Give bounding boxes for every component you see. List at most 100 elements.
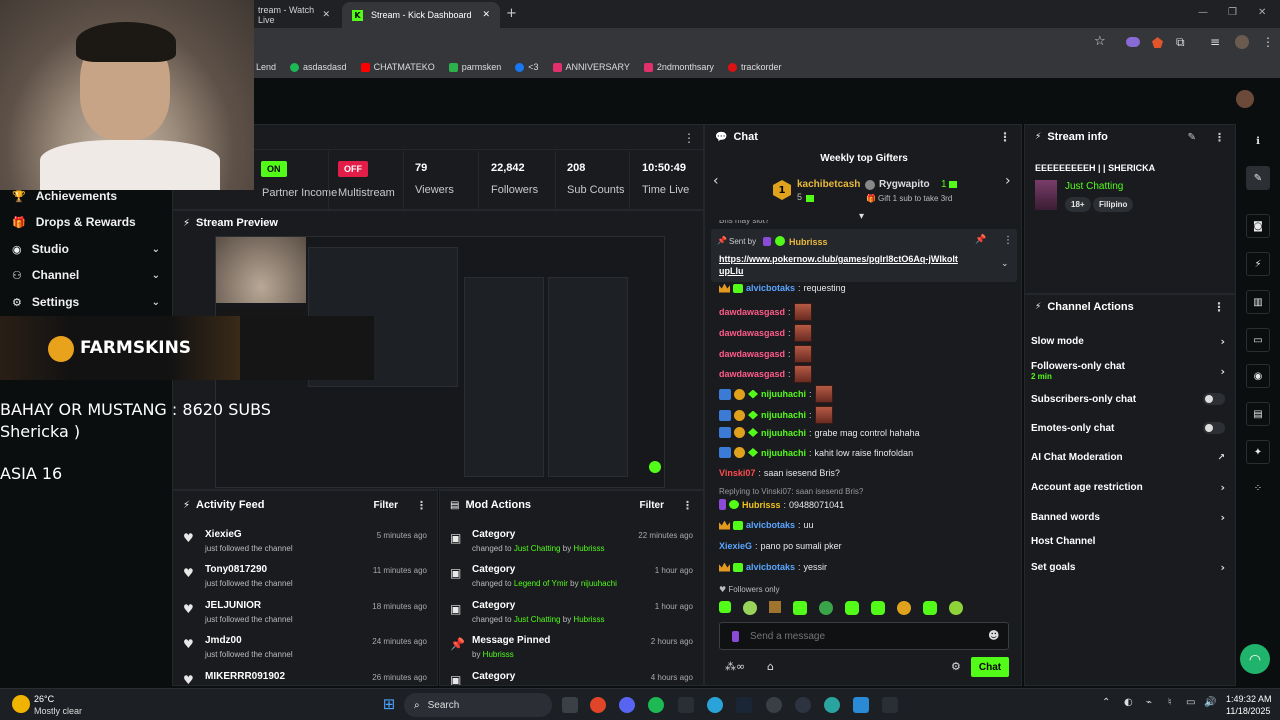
apps-icon[interactable]: ⁘: [1246, 476, 1270, 500]
volume-icon[interactable]: 🔊: [1204, 697, 1216, 708]
slow-mode-action[interactable]: Slow mode ›: [1031, 335, 1225, 348]
tray-app-icon[interactable]: ◐: [1124, 697, 1133, 708]
chat-input-box[interactable]: ☻: [719, 622, 1009, 650]
chat-bubble-icon[interactable]: ▭: [1246, 328, 1270, 352]
emote-icon[interactable]: [743, 601, 757, 615]
chevron-left-icon[interactable]: ‹: [713, 173, 719, 189]
chat-username[interactable]: Vinski07: [719, 468, 755, 478]
window-close-icon[interactable]: ✕: [1258, 7, 1266, 18]
chat-username[interactable]: dawdawasgasd: [719, 307, 785, 317]
mod-filter-button[interactable]: Filter: [640, 500, 664, 511]
chat-username[interactable]: nijuuhachi: [761, 410, 806, 420]
camera-icon[interactable]: ◙: [1246, 214, 1270, 238]
info-icon[interactable]: ℹ: [1246, 129, 1270, 153]
kebab-menu-icon[interactable]: ⋮: [416, 499, 427, 512]
edit-icon[interactable]: ✎: [1246, 166, 1270, 190]
second-gifter-name[interactable]: Rygwapito: [879, 179, 930, 190]
multistream-off-badge[interactable]: OFF: [338, 161, 368, 177]
spotify-icon[interactable]: [648, 697, 664, 713]
chat-username[interactable]: nijuuhachi: [761, 448, 806, 458]
bookmark-item[interactable]: ANNIVERSARY: [552, 62, 630, 72]
followers-only-action[interactable]: Followers-only chat 2 min ›: [1031, 359, 1225, 383]
weather-icon[interactable]: [12, 695, 30, 713]
bookmark-item[interactable]: asdasdasd: [290, 62, 347, 72]
network-icon[interactable]: ⌁: [1146, 697, 1152, 708]
chat-username[interactable]: alvicbotaks: [746, 562, 795, 572]
minimize-icon[interactable]: —: [1198, 7, 1208, 18]
kebab-menu-icon[interactable]: ⋮: [1003, 235, 1013, 246]
bookmark-item[interactable]: parmsken: [448, 62, 501, 72]
emote-icon[interactable]: [923, 601, 937, 615]
bookmark-star-icon[interactable]: ☆: [1094, 34, 1106, 49]
activity-user[interactable]: Tony0817290: [205, 564, 267, 575]
chat-username[interactable]: nijuuhachi: [761, 389, 806, 399]
monitor-icon[interactable]: ▤: [1246, 402, 1270, 426]
chat-username[interactable]: alvicbotaks: [746, 520, 795, 530]
send-chat-button[interactable]: Chat: [971, 657, 1009, 677]
tab-kick-dashboard[interactable]: K Stream - Kick Dashboard ✕: [342, 2, 500, 28]
chat-username[interactable]: Hubrisss: [742, 500, 781, 510]
app-icon[interactable]: [824, 697, 840, 713]
subscribers-only-toggle[interactable]: [1203, 393, 1225, 405]
bookmark-item[interactable]: 2ndmonthsary: [643, 62, 714, 72]
edit-icon[interactable]: ✎: [1188, 132, 1196, 143]
emote-icon[interactable]: [871, 601, 885, 615]
tag-badge[interactable]: Filipino: [1093, 197, 1134, 212]
browser-menu-icon[interactable]: ⋮: [1262, 35, 1274, 49]
bookmark-item[interactable]: Lend: [256, 62, 276, 72]
app-icon[interactable]: [678, 697, 694, 713]
chat-username[interactable]: dawdawasgasd: [719, 369, 785, 379]
extensions-puzzle-icon[interactable]: ⧉: [1176, 35, 1185, 50]
stream-category[interactable]: Just Chatting: [1065, 181, 1123, 192]
extension-icon[interactable]: [1126, 37, 1140, 47]
mod-action-by[interactable]: Hubrisss: [573, 544, 604, 553]
activity-filter-button[interactable]: Filter: [374, 500, 398, 511]
chrome-icon[interactable]: [590, 697, 606, 713]
kebab-menu-icon[interactable]: ⋮: [1213, 300, 1225, 314]
kebab-menu-icon[interactable]: ⋮: [1214, 131, 1225, 144]
sidebar-item-drops[interactable]: 🎁 Drops & Rewards: [0, 209, 172, 235]
mod-action-target[interactable]: Just Chatting: [514, 615, 561, 624]
activity-user[interactable]: Jmdz00: [205, 635, 242, 646]
broadcast-icon[interactable]: ◉: [1246, 364, 1270, 388]
points-icon[interactable]: ⁂∞: [725, 660, 745, 673]
chat-username[interactable]: dawdawasgasd: [719, 349, 785, 359]
chevron-right-icon[interactable]: ›: [1005, 173, 1011, 189]
chat-username[interactable]: nijuuhachi: [761, 428, 806, 438]
maximize-icon[interactable]: ❐: [1228, 7, 1237, 18]
kebab-menu-icon[interactable]: ⋮: [999, 130, 1011, 144]
chevron-down-icon[interactable]: ⌄: [1001, 259, 1009, 269]
clipboard-icon[interactable]: ▥: [1246, 290, 1270, 314]
category-thumbnail[interactable]: [1035, 180, 1057, 210]
chat-username[interactable]: XiexieG: [719, 541, 752, 551]
store-icon[interactable]: ⌂: [767, 660, 774, 673]
extension-icon[interactable]: [1152, 37, 1163, 48]
sidebar-item-studio[interactable]: ◉ Studio ⌄: [0, 236, 172, 262]
bookmark-item[interactable]: <3: [515, 62, 539, 72]
mic-icon[interactable]: ♮: [1168, 697, 1172, 708]
app-icon[interactable]: [766, 697, 782, 713]
bookmark-item[interactable]: trackorder: [727, 62, 781, 72]
unpin-icon[interactable]: 📌: [975, 235, 986, 245]
taskbar-clock[interactable]: 1:49:32 AM: [1226, 694, 1272, 704]
pinned-link[interactable]: https://www.pokernow.club/games/pglrl8ct…: [719, 253, 959, 277]
lightning-icon[interactable]: ⚡: [1246, 252, 1270, 276]
set-goals-action[interactable]: Set goals ›: [1031, 561, 1225, 574]
mod-action-by[interactable]: Hubrisss: [483, 650, 514, 659]
profile-avatar[interactable]: [1235, 35, 1249, 49]
sidebar-item-channel[interactable]: ⚇ Channel ⌄: [0, 262, 172, 288]
emote-icon[interactable]: [845, 601, 859, 615]
activity-user[interactable]: MIKERRR091902: [205, 671, 285, 682]
tag-badge[interactable]: 18+: [1065, 197, 1091, 212]
ai-moderation-action[interactable]: AI Chat Moderation ↗: [1031, 452, 1225, 463]
sidebar-item-settings[interactable]: ⚙ Settings ⌄: [0, 289, 172, 315]
chat-username[interactable]: alvicbotaks: [746, 283, 795, 293]
banned-words-action[interactable]: Banned words ›: [1031, 511, 1225, 524]
host-channel-action[interactable]: Host Channel: [1031, 536, 1225, 547]
obs-icon[interactable]: [795, 697, 811, 713]
chat-message-input[interactable]: [750, 627, 970, 645]
tab-watch-live[interactable]: tream - Watch Live ✕: [248, 2, 340, 28]
emote-icon[interactable]: [897, 601, 911, 615]
tools-icon[interactable]: ✦: [1246, 440, 1270, 464]
emote-icon[interactable]: [769, 601, 781, 613]
